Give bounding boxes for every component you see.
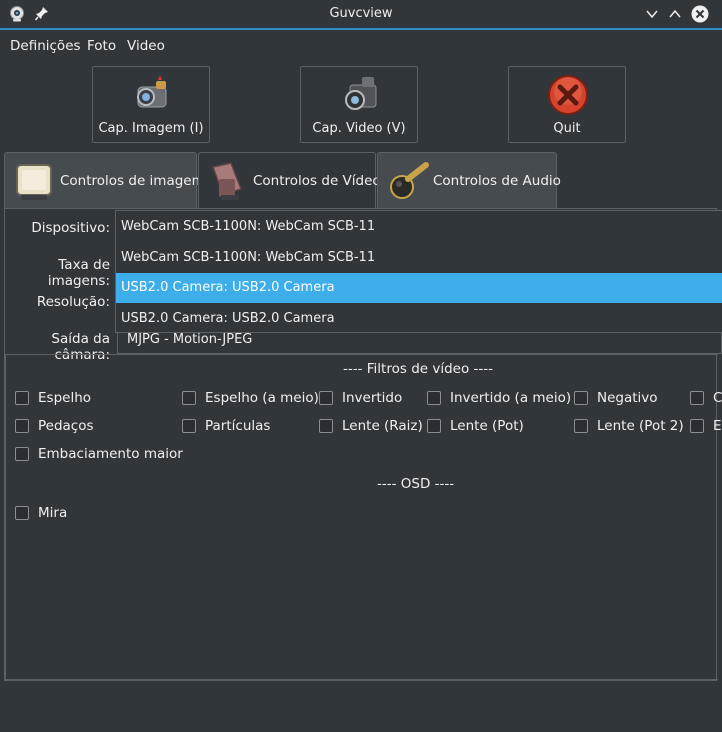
quit-button[interactable]: Quit (508, 66, 626, 143)
filter-label: Espelho (a meio) (205, 390, 319, 406)
framerate-label: Taxa de imagens: (47, 257, 110, 289)
menu-definicoes[interactable]: Definições (10, 38, 81, 54)
camera-icon (130, 73, 174, 117)
checkbox-box[interactable] (15, 447, 29, 461)
filter-label: Pedaços (38, 418, 94, 434)
device-dropdown[interactable]: WebCam SCB-1100N: WebCam SCB-11 WebCam S… (115, 210, 722, 333)
device-label: Dispositivo: (31, 220, 110, 236)
menu-bar: Definições Foto Video (0, 30, 722, 60)
osd-label: Mira (38, 505, 68, 521)
menu-video[interactable]: Video (127, 38, 165, 54)
window-title: Guvcview (329, 6, 393, 21)
filter-particles-checkbox[interactable]: Partículas (182, 418, 270, 434)
filter-label: E (713, 418, 722, 434)
filter-label: Lente (Raiz) (342, 418, 423, 434)
checkbox-box[interactable] (427, 419, 441, 433)
tab-audio-controls-label: Controlos de Audio (433, 173, 561, 189)
pin-icon[interactable] (34, 6, 49, 22)
filter-lens-pow2-checkbox[interactable]: Lente (Pot 2) (574, 418, 684, 434)
checkbox-box[interactable] (15, 391, 29, 405)
tab-video-controls[interactable]: Controlos de Vídeo (198, 152, 381, 209)
filter-truncated-checkbox[interactable]: C (690, 390, 722, 406)
tab-image-controls-label: Controlos de imagem (60, 173, 205, 189)
checkbox-box[interactable] (690, 419, 704, 433)
osd-title: ---- OSD ---- (377, 476, 455, 492)
checkbox-box[interactable] (574, 391, 588, 405)
tab-audio-controls[interactable]: Controlos de Audio (377, 152, 561, 208)
filter-truncated2-checkbox[interactable]: E (690, 418, 722, 434)
device-dropdown-current[interactable]: WebCam SCB-1100N: WebCam SCB-11 (116, 212, 722, 242)
filter-label: Invertido (342, 390, 403, 406)
checkbox-box[interactable] (182, 419, 196, 433)
capture-video-label: Cap. Video (V) (312, 121, 406, 136)
filter-half-mirror-checkbox[interactable]: Espelho (a meio) (182, 390, 319, 406)
checkbox-box[interactable] (574, 419, 588, 433)
filter-label: Lente (Pot) (450, 418, 524, 434)
video-camera-icon (338, 73, 382, 117)
maximize-chevron-up-icon[interactable] (668, 7, 682, 21)
filter-lens-sqrt-checkbox[interactable]: Lente (Raiz) (319, 418, 423, 434)
quit-x-icon (546, 73, 590, 117)
checkbox-box[interactable] (690, 391, 704, 405)
checkbox-box[interactable] (427, 391, 441, 405)
checkbox-box[interactable] (319, 391, 333, 405)
checkbox-box[interactable] (15, 506, 29, 520)
device-option-selected[interactable]: USB2.0 Camera: USB2.0 Camera (116, 273, 722, 303)
capture-image-label: Cap. Imagem (I) (98, 121, 204, 136)
tab-video-controls-label: Controlos de Vídeo (253, 173, 381, 189)
filter-big-blur-checkbox[interactable]: Embaciamento maior (15, 446, 183, 462)
filter-negative-checkbox[interactable]: Negativo (574, 390, 658, 406)
filter-half-invert-checkbox[interactable]: Invertido (a meio) (427, 390, 571, 406)
minimize-chevron-down-icon[interactable] (645, 7, 659, 21)
filter-label: Partículas (205, 418, 271, 434)
microphone-icon (386, 159, 430, 203)
image-controls-icon (13, 159, 57, 203)
device-option[interactable]: USB2.0 Camera: USB2.0 Camera (116, 304, 722, 334)
filter-invert-checkbox[interactable]: Invertido (319, 390, 402, 406)
checkbox-box[interactable] (319, 419, 333, 433)
app-webcam-icon[interactable] (8, 5, 26, 23)
quit-label: Quit (553, 121, 581, 136)
filter-label: Espelho (38, 390, 92, 406)
capture-image-button[interactable]: Cap. Imagem (I) (92, 66, 210, 143)
video-filters-title: ---- Filtros de vídeo ---- (343, 361, 494, 377)
video-controls-icon (205, 159, 249, 203)
camera-output-value: MJPG - Motion-JPEG (127, 332, 253, 347)
filter-pieces-checkbox[interactable]: Pedaços (15, 418, 94, 434)
capture-video-button[interactable]: Cap. Video (V) (300, 66, 418, 143)
close-icon[interactable] (691, 5, 709, 23)
title-bar[interactable]: Guvcview (0, 0, 722, 29)
filter-label: C (713, 390, 722, 406)
filter-label: Lente (Pot 2) (597, 418, 684, 434)
checkbox-box[interactable] (15, 419, 29, 433)
tab-image-controls[interactable]: Controlos de imagem (4, 152, 205, 208)
device-option[interactable]: WebCam SCB-1100N: WebCam SCB-11 (116, 243, 722, 273)
filter-mirror-checkbox[interactable]: Espelho (15, 390, 91, 406)
resolution-label: Resolução: (36, 294, 110, 310)
filter-label: Negativo (597, 390, 658, 406)
filter-label: Invertido (a meio) (450, 390, 572, 406)
filter-lens-pow-checkbox[interactable]: Lente (Pot) (427, 418, 524, 434)
osd-crosshair-checkbox[interactable]: Mira (15, 505, 67, 521)
checkbox-box[interactable] (182, 391, 196, 405)
filter-label: Embaciamento maior (38, 446, 183, 462)
menu-foto[interactable]: Foto (87, 38, 116, 54)
